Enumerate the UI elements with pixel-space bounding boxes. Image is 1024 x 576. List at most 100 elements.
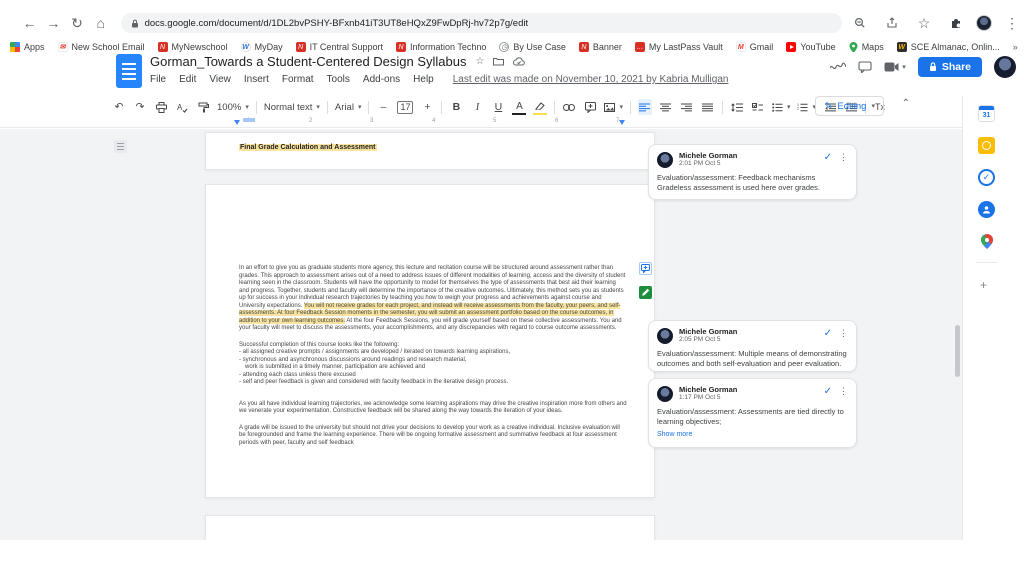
activity-icon[interactable] xyxy=(830,62,846,72)
hide-menus-button[interactable]: ⌃ xyxy=(902,98,910,109)
numbered-list-button[interactable]: 12 ▾ xyxy=(797,103,816,112)
page-1[interactable]: Final Grade Calculation and Assessment xyxy=(205,132,655,170)
menu-view[interactable]: View xyxy=(209,74,231,85)
align-right-button[interactable] xyxy=(680,99,694,115)
cloud-saved-icon[interactable] xyxy=(513,57,525,66)
paragraph-1[interactable]: In an effort to give you as graduate stu… xyxy=(239,265,627,333)
add-comment-margin-icon[interactable] xyxy=(639,262,652,275)
document-canvas[interactable]: Final Grade Calculation and Assessment I… xyxy=(0,129,962,540)
paint-format-icon[interactable] xyxy=(196,99,210,115)
google-docs-icon[interactable] xyxy=(116,54,142,88)
menu-file[interactable]: File xyxy=(150,74,166,85)
tasks-icon[interactable]: ✓ xyxy=(978,169,995,186)
join-call-button[interactable]: ▾ xyxy=(884,62,906,72)
font-size-decrease-button[interactable]: – xyxy=(376,99,390,115)
line-spacing-icon[interactable] xyxy=(730,99,744,115)
zoom-out-icon[interactable] xyxy=(848,11,872,35)
paragraph-4[interactable]: A grade will be issued to the university… xyxy=(239,425,627,448)
comment-menu-icon[interactable]: ⋮ xyxy=(839,152,848,163)
insert-link-icon[interactable] xyxy=(562,99,576,115)
suggest-image-margin-icon[interactable] xyxy=(639,286,652,299)
resolve-comment-icon[interactable]: ✓ xyxy=(824,386,832,397)
browser-menu-icon[interactable]: ⋮ xyxy=(1000,11,1024,35)
bookmark-gmail[interactable]: MGmail xyxy=(736,42,774,52)
font-select[interactable]: Arial▾ xyxy=(335,102,362,113)
bookmark-lastpass[interactable]: …My LastPass Vault xyxy=(635,42,723,52)
document-title[interactable]: Gorman_Towards a Student-Centered Design… xyxy=(150,54,467,69)
bookmark-new-school-email[interactable]: ✉New School Email xyxy=(58,42,145,52)
reload-icon[interactable]: ↻ xyxy=(65,11,89,35)
paragraph-style-select[interactable]: Normal text▾ xyxy=(264,102,320,113)
add-comment-icon[interactable] xyxy=(583,99,597,115)
menu-addons[interactable]: Add-ons xyxy=(363,74,400,85)
menu-insert[interactable]: Insert xyxy=(244,74,269,85)
menu-format[interactable]: Format xyxy=(282,74,314,85)
bookmark-sce-almanac[interactable]: WSCE Almanac, Onlin... xyxy=(897,42,1000,52)
home-icon[interactable]: ⌂ xyxy=(89,11,113,35)
bookmark-apps[interactable]: Apps xyxy=(10,42,45,52)
bookmarks-overflow-icon[interactable]: » xyxy=(1013,42,1018,52)
url-text[interactable]: docs.google.com/document/d/1DL2bvPSHY-BF… xyxy=(145,18,529,29)
share-button[interactable]: Share xyxy=(918,57,982,77)
ssl-lock-icon[interactable] xyxy=(131,19,139,28)
align-justify-button[interactable] xyxy=(701,99,715,115)
move-folder-icon[interactable] xyxy=(493,57,504,66)
calendar-icon[interactable]: 31 xyxy=(978,105,995,122)
redo-icon[interactable]: ↷ xyxy=(133,99,147,115)
maps-icon[interactable] xyxy=(978,233,995,250)
contacts-icon[interactable] xyxy=(978,201,995,218)
browser-profile-avatar[interactable] xyxy=(976,15,992,31)
keep-icon[interactable] xyxy=(978,137,995,154)
vertical-scrollbar[interactable] xyxy=(955,325,960,377)
body-text[interactable]: In an effort to give you as graduate stu… xyxy=(239,265,627,456)
italic-button[interactable]: I xyxy=(470,99,484,115)
star-document-icon[interactable]: ☆ xyxy=(476,56,485,67)
comment-history-icon[interactable] xyxy=(858,61,872,73)
comment-card[interactable]: Michele Gorman 2:01 PM Oct 5 ✓ ⋮ Evaluat… xyxy=(648,144,857,200)
page-2[interactable]: In an effort to give you as graduate stu… xyxy=(205,184,655,498)
section-heading[interactable]: Final Grade Calculation and Assessment xyxy=(239,144,377,151)
bookmark-by-use-case[interactable]: ◷By Use Case xyxy=(499,42,566,52)
print-icon[interactable] xyxy=(154,99,168,115)
comment-menu-icon[interactable]: ⋮ xyxy=(839,386,848,397)
share-page-icon[interactable] xyxy=(880,11,904,35)
text-color-button[interactable]: A xyxy=(512,99,526,115)
show-more-link[interactable]: Show more xyxy=(657,431,848,438)
get-add-ons-icon[interactable]: + xyxy=(980,278,987,292)
bookmark-youtube[interactable]: YouTube xyxy=(786,42,835,52)
bookmark-maps[interactable]: Maps xyxy=(849,42,884,53)
checklist-icon[interactable] xyxy=(751,99,765,115)
left-indent-marker[interactable] xyxy=(234,120,240,125)
bookmark-it-central-support[interactable]: NIT Central Support xyxy=(296,42,383,52)
align-center-button[interactable] xyxy=(659,99,673,115)
undo-icon[interactable]: ↶ xyxy=(112,99,126,115)
menu-help[interactable]: Help xyxy=(413,74,434,85)
document-outline-icon[interactable] xyxy=(114,140,127,153)
editing-mode-button[interactable]: ✎ Editing ▾ xyxy=(815,96,884,116)
comment-card[interactable]: Michele Gorman 1:17 PM Oct 5 ✓ ⋮ Evaluat… xyxy=(648,378,857,448)
last-edit-link[interactable]: Last edit was made on November 10, 2021 … xyxy=(453,74,729,85)
menu-tools[interactable]: Tools xyxy=(327,74,350,85)
comment-card[interactable]: Michele Gorman 2:05 PM Oct 5 ✓ ⋮ Evaluat… xyxy=(648,320,857,372)
ruler[interactable]: 1 2 3 4 5 6 7 xyxy=(0,118,962,128)
back-icon[interactable]: ← xyxy=(18,11,42,35)
comment-menu-icon[interactable]: ⋮ xyxy=(839,328,848,339)
paragraph-3[interactable]: As you all have individual learning traj… xyxy=(239,401,627,416)
menu-edit[interactable]: Edit xyxy=(179,74,196,85)
zoom-select[interactable]: 100%▾ xyxy=(217,102,249,113)
resolve-comment-icon[interactable]: ✓ xyxy=(824,328,832,339)
bookmark-information-techno[interactable]: NInformation Techno xyxy=(396,42,486,52)
bookmark-star-icon[interactable]: ☆ xyxy=(912,11,936,35)
bulleted-list-button[interactable]: ▾ xyxy=(772,103,791,112)
align-left-button[interactable] xyxy=(638,99,652,115)
page-3[interactable] xyxy=(205,515,655,540)
bookmark-banner[interactable]: NBanner xyxy=(579,42,622,52)
forward-icon[interactable]: → xyxy=(41,11,65,35)
address-bar[interactable]: docs.google.com/document/d/1DL2bvPSHY-BF… xyxy=(121,13,842,33)
font-size-increase-button[interactable]: + xyxy=(420,99,434,115)
bookmark-mynewschool[interactable]: NMyNewschool xyxy=(158,42,228,52)
right-indent-marker[interactable] xyxy=(619,120,625,125)
docs-account-avatar[interactable] xyxy=(994,56,1016,78)
underline-button[interactable]: U xyxy=(491,99,505,115)
extensions-icon[interactable] xyxy=(944,11,968,35)
